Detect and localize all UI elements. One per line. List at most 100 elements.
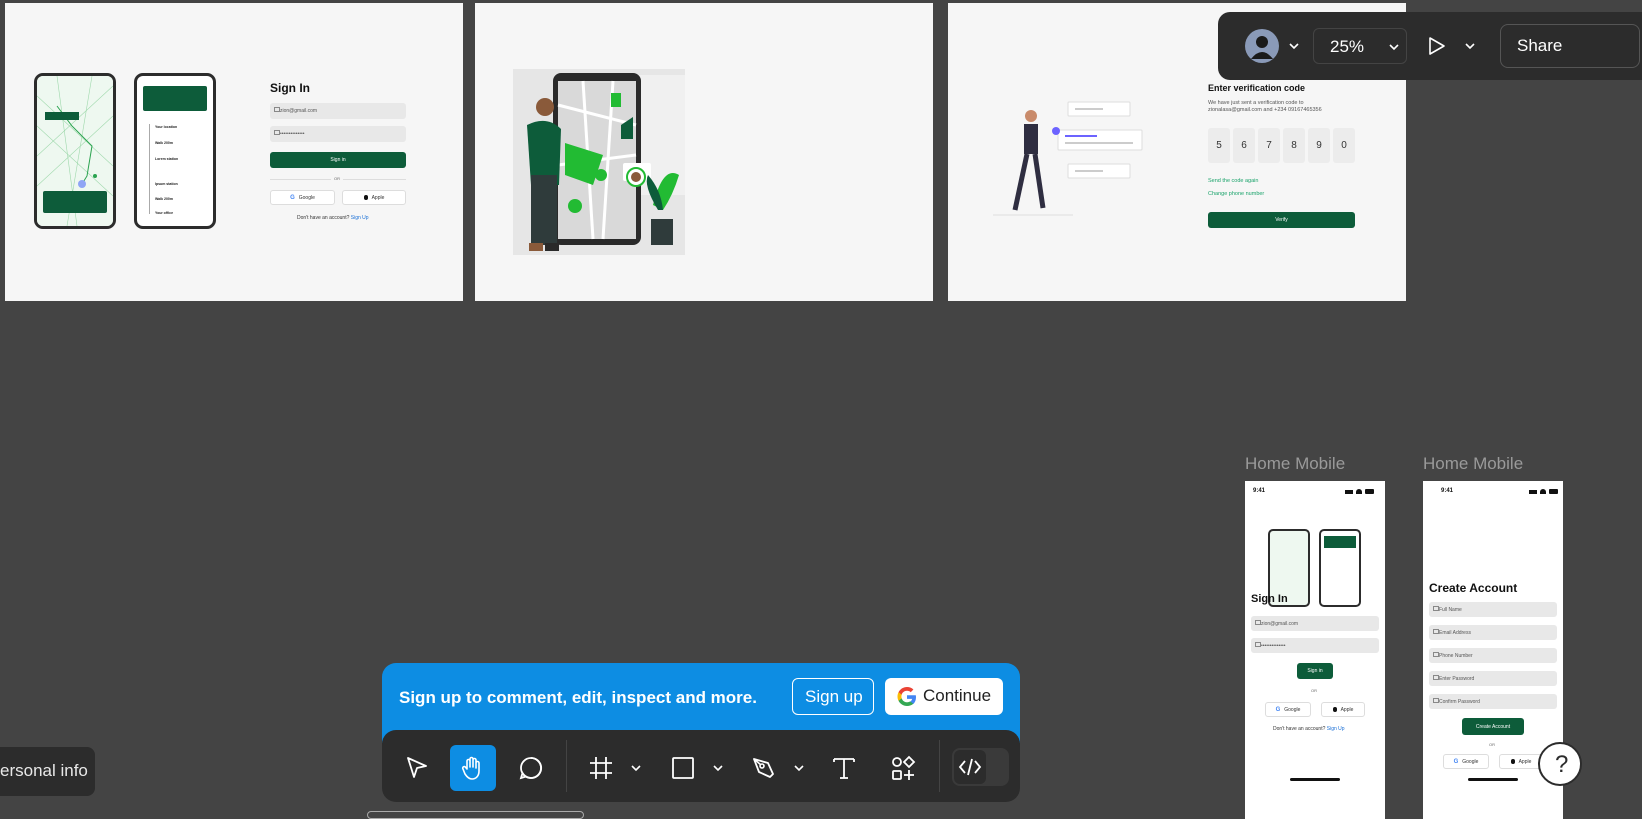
route-item: Walk 200m (155, 141, 173, 145)
google-icon: G (1275, 706, 1281, 713)
email-field[interactable]: zion@gmail.com (1251, 616, 1379, 631)
email-field[interactable]: zion@gmail.com (270, 103, 406, 119)
status-icons (1345, 489, 1375, 494)
verify-button[interactable]: Verify (1208, 212, 1355, 228)
zoom-level: 25% (1330, 37, 1365, 56)
share-button[interactable]: Share (1500, 24, 1640, 68)
route-item: Your office (155, 211, 174, 215)
send-code-again-link[interactable]: Send the code again (1208, 178, 1258, 184)
password-field[interactable]: •••••••••••••• (270, 126, 406, 142)
confirm-password-field[interactable]: Confirm Password (1429, 694, 1557, 709)
frame-sign-in-desktop[interactable]: Your location Walk 200m Lorem station Ip… (5, 3, 463, 301)
code-digit-input[interactable]: 7 (1258, 128, 1280, 163)
chevron-down-icon[interactable] (631, 763, 641, 773)
toolbar-divider (566, 740, 567, 792)
apple-label: Apple (1340, 706, 1354, 713)
text-tool[interactable] (821, 745, 867, 791)
google-button[interactable]: G Google (270, 190, 335, 205)
mobile-frame-sign-in[interactable]: 9:41 Sign In zion@gmail.com ••••••••••••… (1245, 481, 1385, 819)
map-person-illustration (513, 69, 685, 255)
hand-tool[interactable] (450, 745, 496, 791)
present-button[interactable] (1423, 28, 1483, 64)
rectangle-icon (672, 757, 694, 779)
home-indicator (1468, 778, 1518, 781)
sign-up-label: Sign up (805, 687, 863, 706)
route-line (149, 124, 150, 214)
full-name-field[interactable]: Full Name (1429, 602, 1557, 617)
horizontal-scrollbar[interactable] (367, 811, 584, 819)
zoom-dropdown[interactable]: 25% (1313, 28, 1407, 64)
shape-tool[interactable] (660, 745, 706, 791)
signup-prompt: Don't have an account? Sign Up (1273, 726, 1345, 732)
apple-icon (363, 195, 368, 200)
chevron-down-icon (1289, 43, 1299, 50)
status-icons (1529, 489, 1559, 494)
top-toolbar: 25% Share (1218, 12, 1642, 80)
pen-tool[interactable] (741, 745, 787, 791)
phone-number-field[interactable]: Phone Number (1429, 648, 1557, 663)
route-item: Ipsum station (155, 182, 178, 186)
components-tool[interactable] (880, 745, 926, 791)
help-button[interactable]: ? (1538, 742, 1582, 786)
apple-button[interactable]: Apple (342, 190, 406, 205)
or-label: OR (331, 176, 343, 181)
route-item: Walk 200m (155, 197, 173, 201)
route-item: Your location (155, 125, 178, 129)
google-icon: G (1453, 758, 1459, 765)
help-icon: ? (1555, 751, 1569, 778)
move-tool[interactable] (394, 745, 440, 791)
status-time: 9:41 (1253, 488, 1266, 494)
no-account-text: Don't have an account? (297, 215, 350, 221)
google-label: Google (1462, 758, 1479, 765)
sign-in-button[interactable]: Sign in (270, 152, 406, 168)
continue-label: Continue (923, 686, 992, 705)
dev-mode-toggle[interactable] (952, 748, 1009, 786)
chevron-down-icon (1465, 43, 1475, 50)
comment-tool[interactable] (508, 745, 554, 791)
password-field[interactable]: •••••••••••••• (1251, 638, 1379, 653)
status-time: 9:41 (1441, 488, 1454, 494)
code-digit-input[interactable]: 6 (1233, 128, 1255, 163)
text-t-icon (833, 758, 855, 779)
sign-in-button[interactable]: Sign in (1297, 663, 1333, 679)
sign-up-link[interactable]: Sign Up (351, 215, 369, 221)
password-field[interactable]: Enter Password (1429, 671, 1557, 686)
frame-tool[interactable] (578, 745, 624, 791)
toolbar-divider (939, 740, 940, 792)
apple-icon (1510, 759, 1515, 764)
user-avatar-button[interactable] (1244, 28, 1306, 64)
google-button[interactable]: G Google (1443, 754, 1489, 769)
create-account-button[interactable]: Create Account (1462, 718, 1524, 735)
verification-illustration (993, 101, 1143, 216)
sign-up-link[interactable]: Sign Up (1327, 726, 1345, 732)
verification-title: Enter verification code (1208, 83, 1306, 93)
verification-desc-line2: zionalasa@gmail.com and +234 09167465356 (1208, 107, 1322, 113)
apple-icon (1332, 707, 1337, 712)
frame-illustration[interactable] (475, 3, 933, 301)
sign-in-title: Sign In (270, 81, 310, 95)
code-digit-input[interactable]: 8 (1283, 128, 1305, 163)
signup-banner-text: Sign up to comment, edit, inspect and mo… (399, 688, 757, 707)
chevron-down-icon[interactable] (794, 763, 804, 773)
code-digit-input[interactable]: 0 (1333, 128, 1355, 163)
route-item: Lorem station (155, 157, 179, 161)
google-button[interactable]: G Google (1265, 702, 1311, 717)
share-label: Share (1517, 36, 1563, 55)
code-digit-input[interactable]: 5 (1208, 128, 1230, 163)
play-icon (1429, 37, 1445, 55)
sign-up-button[interactable]: Sign up (792, 678, 874, 715)
apple-button[interactable]: Apple (1499, 754, 1543, 769)
chevron-down-icon[interactable] (713, 763, 723, 773)
apple-label: Apple (371, 194, 385, 201)
change-phone-link[interactable]: Change phone number (1208, 191, 1264, 197)
map-illustration (37, 76, 113, 226)
dev-mode-knob (954, 750, 986, 784)
code-digit-input[interactable]: 9 (1308, 128, 1330, 163)
comment-bubble-icon (519, 757, 543, 780)
email-field[interactable]: Email Address (1429, 625, 1557, 640)
no-account-text: Don't have an account? (1273, 726, 1326, 732)
layer-tooltip[interactable]: ersonal info (0, 747, 95, 796)
apple-button[interactable]: Apple (1321, 702, 1365, 717)
user-avatar-icon (1245, 29, 1279, 63)
continue-google-button[interactable]: Continue (885, 678, 1003, 715)
